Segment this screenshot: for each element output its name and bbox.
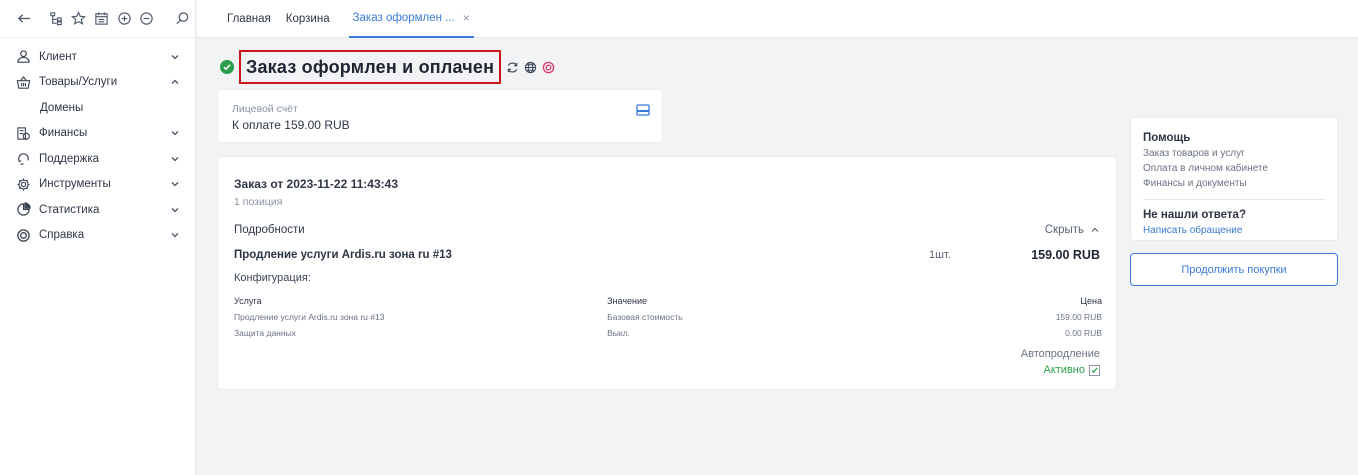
- table-header: Значение: [607, 296, 648, 306]
- chevron-down-icon: [171, 182, 179, 187]
- sidebar-menu: Клиент Товары/Услуги Домены Финансы Подд…: [0, 38, 195, 248]
- chevron-down-icon: [171, 207, 179, 213]
- help-link-payment[interactable]: Оплата в личном кабинете: [1143, 163, 1325, 174]
- account-card: Лицевой счёт К оплате 159.00 RUB: [217, 89, 663, 143]
- help-icon: [16, 227, 34, 243]
- help-question: Не нашли ответа?: [1143, 209, 1246, 221]
- autorenew-block: Автопродление Активно: [1021, 348, 1100, 376]
- help-title: Помощь: [1143, 132, 1191, 144]
- calendar-icon[interactable]: [91, 8, 112, 30]
- account-label: Лицевой счёт: [232, 103, 298, 115]
- sidebar-item-label: Финансы: [39, 127, 88, 140]
- account-amount: К оплате 159.00 RUB: [232, 118, 350, 132]
- title-actions: [505, 60, 555, 74]
- star-icon[interactable]: [69, 8, 90, 30]
- back-arrow-icon[interactable]: [14, 8, 35, 30]
- config-table: Услуга Значение Цена Продление услуги Ar…: [234, 293, 1102, 341]
- order-title: Заказ от 2023-11-22 11:43:43: [234, 177, 398, 191]
- chevron-down-icon: [171, 156, 179, 162]
- sidebar-item-finance[interactable]: Финансы: [0, 121, 195, 147]
- tab-order-label: Заказ оформлен ...: [352, 11, 455, 24]
- checkmark-icon: [1091, 366, 1098, 373]
- zoom-out-icon[interactable]: [137, 8, 158, 30]
- details-label: Подробности: [234, 224, 305, 236]
- sidebar-item-support[interactable]: Поддержка: [0, 146, 195, 172]
- table-cell: 159.00 RUB: [1055, 312, 1102, 322]
- sidebar-item-label: Домены: [40, 101, 84, 114]
- chevron-down-icon: [171, 131, 179, 136]
- autorenew-label: Автопродление: [1020, 348, 1100, 360]
- tab-cart[interactable]: Корзина: [286, 0, 330, 38]
- page-title: Заказ оформлен и оплачен: [246, 56, 495, 77]
- product-name: Продление услуги Ardis.ru зона ru #13: [234, 249, 452, 261]
- basket-icon: [16, 74, 34, 90]
- hide-label: Скрыть: [1044, 224, 1084, 236]
- sidebar-item-domains[interactable]: Домены: [0, 95, 195, 121]
- close-icon[interactable]: ×: [463, 11, 470, 25]
- table-cell: Продление услуги Ardis.ru зона ru #13: [234, 312, 385, 322]
- support-icon: [16, 151, 34, 167]
- sidebar-item-tools[interactable]: Инструменты: [0, 172, 195, 198]
- tab-order[interactable]: Заказ оформлен ... ×: [348, 0, 474, 38]
- chart-icon: [16, 202, 34, 218]
- sidebar-item-label: Статистика: [39, 203, 100, 216]
- hide-details-button[interactable]: Скрыть: [1045, 224, 1100, 236]
- table-cell: Базовая стоимость: [607, 312, 683, 322]
- table-cell: Выкл.: [607, 328, 631, 338]
- help-link-finance[interactable]: Финансы и документы: [1143, 178, 1325, 189]
- table-cell: 0.00 RUB: [1065, 328, 1102, 338]
- tab-home[interactable]: Главная: [227, 0, 271, 38]
- details-row: Подробности Скрыть: [234, 224, 1100, 236]
- autorenew-status-text: Активно: [1043, 364, 1086, 376]
- product-quantity: 1шт.: [929, 249, 951, 261]
- chevron-down-icon: [171, 54, 179, 60]
- order-positions: 1 позиция: [234, 196, 283, 208]
- table-header: Цена: [1080, 296, 1102, 306]
- user-icon: [16, 49, 34, 65]
- divider: [1143, 199, 1325, 200]
- page-header: Заказ оформлен и оплачен: [220, 50, 555, 84]
- title-highlight-box: Заказ оформлен и оплачен: [239, 50, 502, 84]
- sidebar-item-label: Справка: [39, 229, 85, 242]
- sidebar-item-goods[interactable]: Товары/Услуги: [0, 70, 195, 96]
- sidebar-toolbar: [0, 0, 195, 38]
- help-card: Помощь Заказ товаров и услуг Оплата в ли…: [1130, 117, 1338, 241]
- sidebar-item-label: Инструменты: [39, 178, 111, 191]
- chevron-up-icon: [171, 79, 179, 85]
- table-row: Защита данных Выкл. 0.00 RUB: [234, 325, 1102, 341]
- tab-bar: Главная Корзина Заказ оформлен ... ×: [197, 0, 1358, 38]
- globe-icon[interactable]: [523, 60, 537, 74]
- sidebar-item-label: Поддержка: [39, 152, 99, 165]
- chevron-down-icon: [171, 233, 179, 238]
- help-link-orders[interactable]: Заказ товаров и услуг: [1143, 148, 1325, 159]
- refresh-icon[interactable]: [505, 60, 519, 74]
- table-header-row: Услуга Значение Цена: [234, 293, 1102, 309]
- chevron-up-icon: [1091, 227, 1099, 232]
- check-circle-icon: [220, 60, 234, 74]
- product-price: 159.00 RUB: [1031, 248, 1100, 262]
- product-row: Продление услуги Ardis.ru зона ru #13 1ш…: [234, 247, 1100, 263]
- table-row: Продление услуги Ardis.ru зона ru #13 Ба…: [234, 309, 1102, 325]
- gear-icon: [16, 176, 34, 192]
- write-ticket-link[interactable]: Написать обращение: [1143, 225, 1325, 236]
- sidebar-item-label: Товары/Услуги: [39, 76, 118, 89]
- tree-icon[interactable]: [46, 8, 67, 30]
- sidebar-item-client[interactable]: Клиент: [0, 44, 195, 70]
- sidebar-item-help[interactable]: Справка: [0, 223, 195, 249]
- table-cell: Защита данных: [234, 328, 296, 338]
- lifebuoy-icon[interactable]: [541, 60, 555, 74]
- sidebar-item-statistics[interactable]: Статистика: [0, 197, 195, 223]
- autorenew-status: Активно: [1021, 364, 1100, 376]
- order-card: Заказ от 2023-11-22 11:43:43 1 позиция П…: [217, 156, 1117, 390]
- search-icon[interactable]: [172, 8, 193, 30]
- table-header: Услуга: [234, 296, 262, 306]
- sidebar-item-label: Клиент: [39, 50, 77, 63]
- autorenew-checkbox[interactable]: [1089, 364, 1100, 376]
- card-icon[interactable]: [636, 104, 650, 116]
- finance-icon: [16, 125, 34, 141]
- config-label: Конфигурация:: [234, 272, 311, 284]
- continue-shopping-button[interactable]: Продолжить покупки: [1130, 253, 1338, 286]
- sidebar: Клиент Товары/Услуги Домены Финансы Подд…: [0, 0, 196, 475]
- zoom-in-icon[interactable]: [114, 8, 135, 30]
